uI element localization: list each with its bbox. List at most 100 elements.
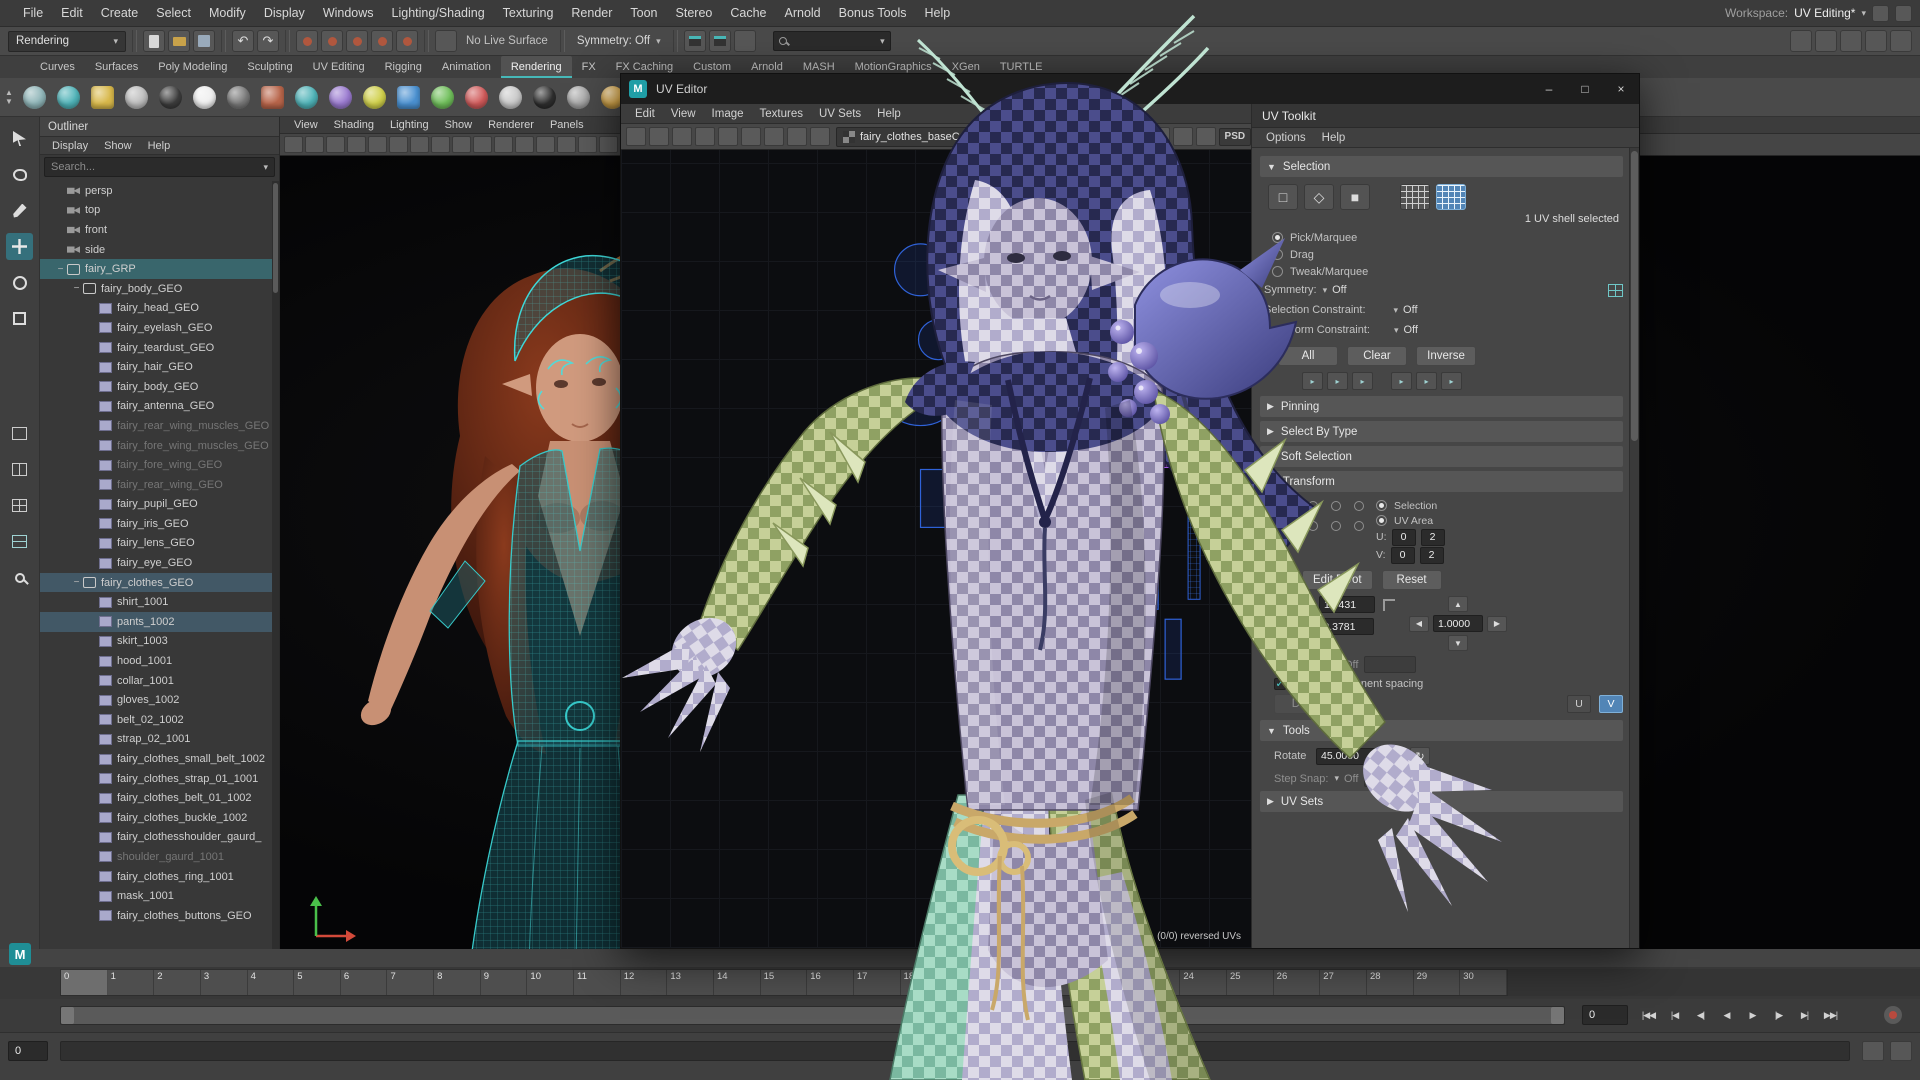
shelf-tab[interactable]: UV Editing [303,56,375,78]
outliner-item[interactable]: collar_1001 [40,671,272,691]
viewport-toolbar-icon[interactable] [431,136,450,153]
uv-toolbar-icon[interactable] [1150,127,1170,146]
timeline-frame[interactable]: 6 [341,970,388,995]
shelf-icon[interactable] [87,82,118,113]
shelf-icon[interactable] [223,82,254,113]
select-all-button[interactable]: All [1278,346,1338,366]
uv-toolbar-icon[interactable] [810,127,830,146]
viewport-toolbar-icon[interactable] [347,136,366,153]
workspace-options-icon[interactable] [1895,5,1912,22]
move-left-button[interactable]: ◀ [1409,616,1429,632]
edit-pivot-button[interactable]: Edit Pivot [1302,570,1373,590]
timeline-frame[interactable]: 23 [1134,970,1181,995]
outliner-item[interactable]: − fairy_clothes_GEO [40,573,272,593]
outliner-item[interactable]: front [40,220,272,240]
timeline-frame[interactable]: 28 [1367,970,1414,995]
timeline-frame[interactable]: 24 [1180,970,1227,995]
invert-selection-button[interactable]: Inverse [1416,346,1476,366]
outliner-item[interactable]: − fairy_body_GEO [40,279,272,299]
uv-toolbar-icon[interactable] [695,127,715,146]
play-forwards-button[interactable]: ▶ [1740,1004,1765,1026]
shelf-tab[interactable]: Rendering [501,56,572,78]
step-back-key-button[interactable]: ◀| [1688,1004,1713,1026]
current-frame-field[interactable]: 0 [1582,1005,1628,1025]
outliner-search-input[interactable]: Search... ▾ [44,157,275,177]
move-right-button[interactable]: ▶ [1487,616,1507,632]
viewport-toolbar-icon[interactable] [599,136,618,153]
outliner-item[interactable]: shoulder_gaurd_1001 [40,847,272,867]
rotate-cw-button[interactable]: ↻ [1410,747,1430,765]
menu-item[interactable]: Modify [200,0,255,27]
redo-icon[interactable]: ↷ [257,30,279,52]
move-step-field[interactable]: 1.0000 [1433,615,1483,632]
move-u-field[interactable]: 1.7431 [1319,596,1375,613]
outliner-item[interactable]: hood_1001 [40,651,272,671]
distribute-button[interactable]: Distribute [1274,694,1358,714]
uv-toolbar-icon[interactable] [626,127,646,146]
window-minimize-button[interactable]: – [1531,74,1567,104]
viewport-toolbar-icon[interactable] [494,136,513,153]
uv-toolbar-icon[interactable] [741,127,761,146]
menu-item[interactable]: Create [92,0,148,27]
timeline-frame[interactable]: 14 [714,970,761,995]
time-slider[interactable]: 0123456789101112131415161718192021222324… [0,967,1920,999]
menu-item[interactable]: Arnold [776,0,830,27]
modeling-toolkit-toggle[interactable] [1865,30,1887,52]
render-settings-icon[interactable] [734,30,756,52]
collapsed-section-header[interactable]: ▶Pinning [1260,396,1623,417]
timeline-frame[interactable]: 3 [201,970,248,995]
viewport-menu-item[interactable]: View [286,119,326,131]
shelf-tab[interactable]: Animation [432,56,501,78]
viewport-menu-item[interactable]: Show [437,119,481,131]
shelf-icon[interactable] [563,82,594,113]
section-uv-sets[interactable]: ▶UV Sets [1260,791,1623,812]
rotate-tool[interactable] [6,269,33,296]
uv-toolbar-icon[interactable] [1196,127,1216,146]
make-live-icon[interactable] [435,30,457,52]
range-end-handle[interactable] [1551,1007,1564,1024]
window-maximize-button[interactable]: □ [1567,74,1603,104]
snap-to-plane-icon[interactable] [371,30,393,52]
shelf-icon[interactable] [19,82,50,113]
uv-toolkit-menu-item[interactable]: Help [1314,132,1354,144]
snap-to-curve-icon[interactable] [321,30,343,52]
shelf-icon[interactable] [461,82,492,113]
outliner-item[interactable]: fairy_rear_wing_muscles_GEO [40,416,272,436]
relative-move-icon[interactable] [1383,599,1395,611]
timeline-frame[interactable]: 18 [901,970,948,995]
timeline-frame[interactable]: 13 [667,970,714,995]
timeline-frame[interactable]: 1 [108,970,155,995]
timeline-frame[interactable]: 7 [387,970,434,995]
uv-canvas[interactable]: (1/0) UV shells, (0/0) overlapping UVs, … [621,150,1251,948]
convert-selection-icon[interactable]: ▸ [1416,372,1437,390]
shelf-icon[interactable] [393,82,424,113]
timeline-frame[interactable]: 12 [621,970,668,995]
outliner-item[interactable]: fairy_clothes_buckle_1002 [40,808,272,828]
outliner-menu-item[interactable]: Show [96,140,140,152]
uv-mode-icon[interactable]: □ [1268,184,1298,210]
range-start-handle[interactable] [61,1007,74,1024]
uv-editor-menu-item[interactable]: Edit [627,108,663,120]
move-up-button[interactable]: ▲ [1448,596,1468,612]
timeline-frame[interactable]: 0 [61,970,108,995]
outliner-item[interactable]: fairy_clothesshoulder_gaurd_ [40,828,272,848]
clear-selection-button[interactable]: Clear [1347,346,1407,366]
go-to-end-button[interactable]: ▶▶| [1818,1004,1843,1026]
viewport-toolbar-icon[interactable] [389,136,408,153]
undo-icon[interactable]: ↶ [232,30,254,52]
viewport-toolbar-icon[interactable] [515,136,534,153]
select-tool[interactable] [6,125,33,152]
menu-item[interactable]: Help [916,0,960,27]
timeline-frame[interactable]: 8 [434,970,481,995]
outliner-item[interactable]: pants_1002 [40,612,272,632]
menu-item[interactable]: Cache [721,0,775,27]
outliner-item[interactable]: gloves_1002 [40,690,272,710]
convert-selection-icon[interactable]: ▸ [1391,372,1412,390]
uv-editor-menu-item[interactable]: Textures [752,108,811,120]
save-scene-icon[interactable] [193,30,215,52]
timeline-frame[interactable]: 29 [1414,970,1461,995]
outliner-item[interactable]: fairy_clothes_belt_01_1002 [40,788,272,808]
timeline-frame[interactable]: 20 [994,970,1041,995]
workspace-value[interactable]: UV Editing* [1794,6,1855,20]
menu-item[interactable]: Toon [621,0,666,27]
